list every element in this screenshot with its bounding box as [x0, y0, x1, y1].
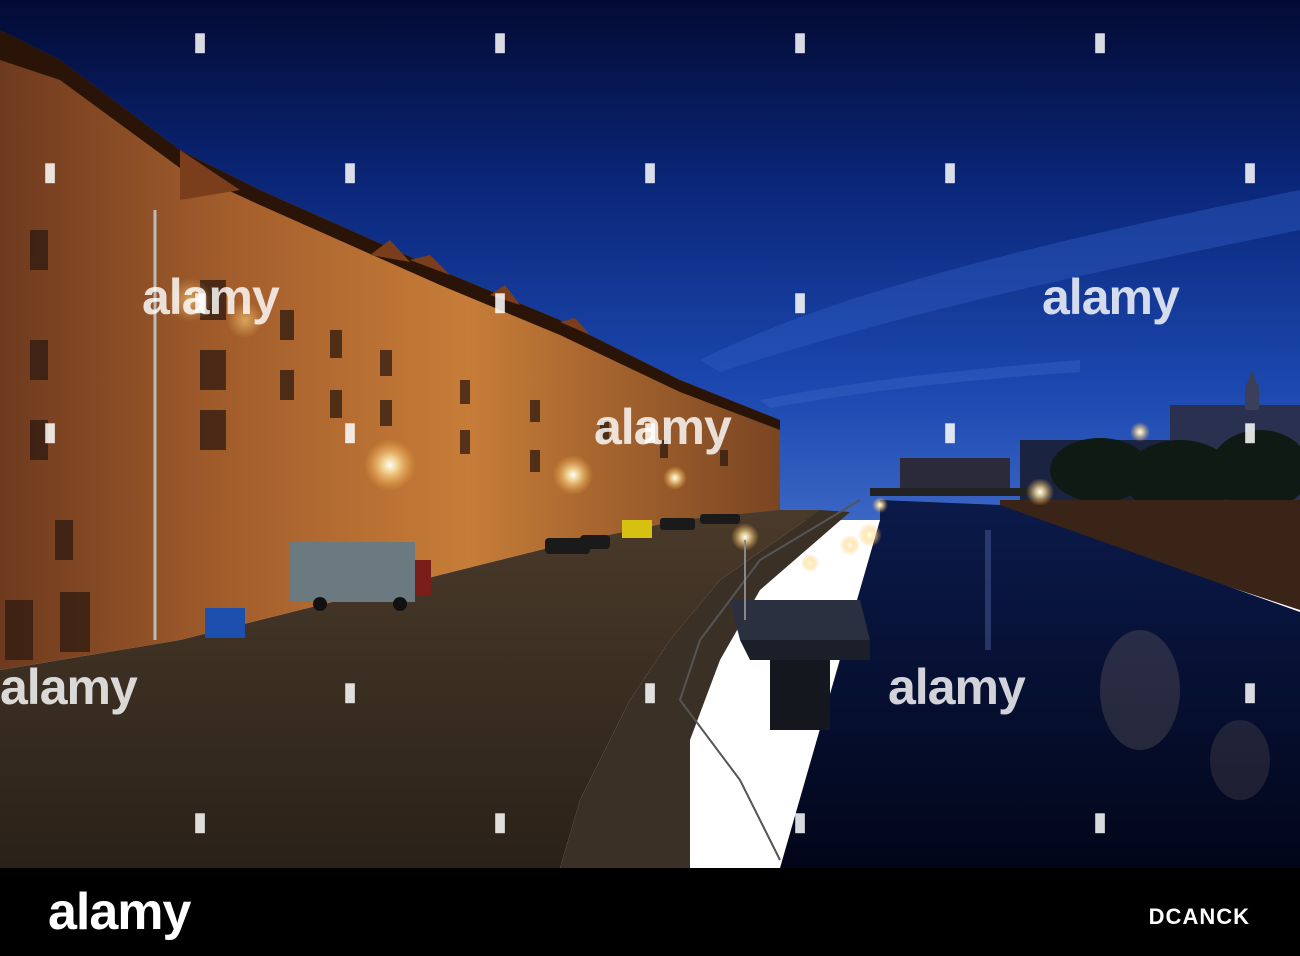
watermark-pin-icon: ▮	[342, 156, 358, 186]
footer-logo: alamy	[48, 883, 191, 941]
parked-truck	[290, 542, 431, 611]
watermark-pin-icon: ▮	[492, 286, 508, 316]
watermark-pin-icon: ▮	[642, 156, 658, 186]
watermark-pin-icon: ▮	[42, 156, 58, 186]
watermark-pin-icon: ▮	[1242, 416, 1258, 446]
waste-container	[205, 608, 245, 638]
watermark-pin-icon: ▮	[1092, 806, 1108, 836]
watermark-pin-icon: ▮	[492, 806, 508, 836]
footer-image-id: DCANCK	[1148, 904, 1250, 929]
pontoon-pier	[740, 640, 870, 660]
watermark-pin-icon: ▮	[42, 416, 58, 446]
bridge	[870, 488, 1030, 496]
watermark-pin-icon: ▮	[942, 416, 958, 446]
watermark-pin-icon: ▮	[942, 156, 958, 186]
footer-bar: alamy DCANCK	[0, 868, 1300, 956]
light-reflection	[1210, 720, 1270, 800]
watermark-text: alamy	[594, 399, 732, 455]
watermark-pin-icon: ▮	[1242, 676, 1258, 706]
light-reflection	[985, 530, 991, 650]
pontoon-pier	[730, 600, 870, 640]
watermark-text: alamy	[0, 659, 138, 715]
watermark-pin-icon: ▮	[792, 26, 808, 56]
watermark-pin-icon: ▮	[1242, 156, 1258, 186]
night-canal-photo: ▮ ▮ ▮ ▮ ▮ ▮ ▮ ▮ ▮ ▮ ▮ ▮ ▮ ▮ ▮ ▮ ▮ ▮ ▮ ▮ …	[0, 0, 1300, 868]
watermark-text: alamy	[888, 659, 1026, 715]
watermark-pin-icon: ▮	[792, 286, 808, 316]
photo-stage: ▮ ▮ ▮ ▮ ▮ ▮ ▮ ▮ ▮ ▮ ▮ ▮ ▮ ▮ ▮ ▮ ▮ ▮ ▮ ▮ …	[0, 0, 1300, 956]
watermark-text: alamy	[1042, 269, 1180, 325]
watermark-pin-icon: ▮	[642, 676, 658, 706]
watermark-pin-icon: ▮	[1092, 26, 1108, 56]
watermark-text: alamy	[142, 269, 280, 325]
light-reflection	[1100, 630, 1180, 750]
watermark-pin-icon: ▮	[342, 416, 358, 446]
watermark-pin-icon: ▮	[492, 26, 508, 56]
watermark-pin-icon: ▮	[192, 26, 208, 56]
pier-pylons	[770, 660, 830, 730]
watermark-pin-icon: ▮	[192, 806, 208, 836]
watermark-pin-icon: ▮	[342, 676, 358, 706]
watermark-pin-icon: ▮	[792, 806, 808, 836]
